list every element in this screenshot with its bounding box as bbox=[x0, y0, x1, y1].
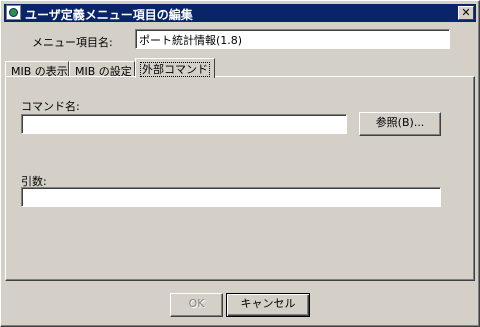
menu-item-name-field[interactable]: ポート統計情報(1.8) bbox=[135, 29, 450, 49]
tab-external-command[interactable]: 外部コマンド bbox=[135, 58, 215, 78]
ok-button[interactable]: OK bbox=[170, 293, 223, 317]
window-title: ユーザ定義メニュー項目の編集 bbox=[25, 8, 193, 22]
close-button[interactable]: ✕ bbox=[458, 6, 474, 20]
command-name-field[interactable] bbox=[21, 114, 347, 134]
browse-button[interactable]: 参照(B)... bbox=[359, 112, 441, 136]
tab-mib-settings[interactable]: MIB の設定 bbox=[69, 61, 135, 78]
arguments-field[interactable] bbox=[21, 187, 441, 207]
title-bar[interactable]: ユーザ定義メニュー項目の編集 ✕ bbox=[4, 4, 476, 22]
tab-label: 外部コマンド bbox=[140, 62, 210, 77]
command-name-label: コマンド名: bbox=[21, 100, 80, 113]
tab-panel-external-command: コマンド名: 参照(B)... 引数: bbox=[5, 76, 475, 281]
cancel-button[interactable]: キャンセル bbox=[226, 293, 310, 317]
app-icon bbox=[6, 5, 21, 20]
tab-mib-display[interactable]: MIB の表示 bbox=[5, 61, 69, 78]
dialog-window: ユーザ定義メニュー項目の編集 ✕ メニュー項目名: ポート統計情報(1.8) M… bbox=[0, 0, 480, 327]
menu-item-name-label: メニュー項目名: bbox=[32, 36, 113, 49]
